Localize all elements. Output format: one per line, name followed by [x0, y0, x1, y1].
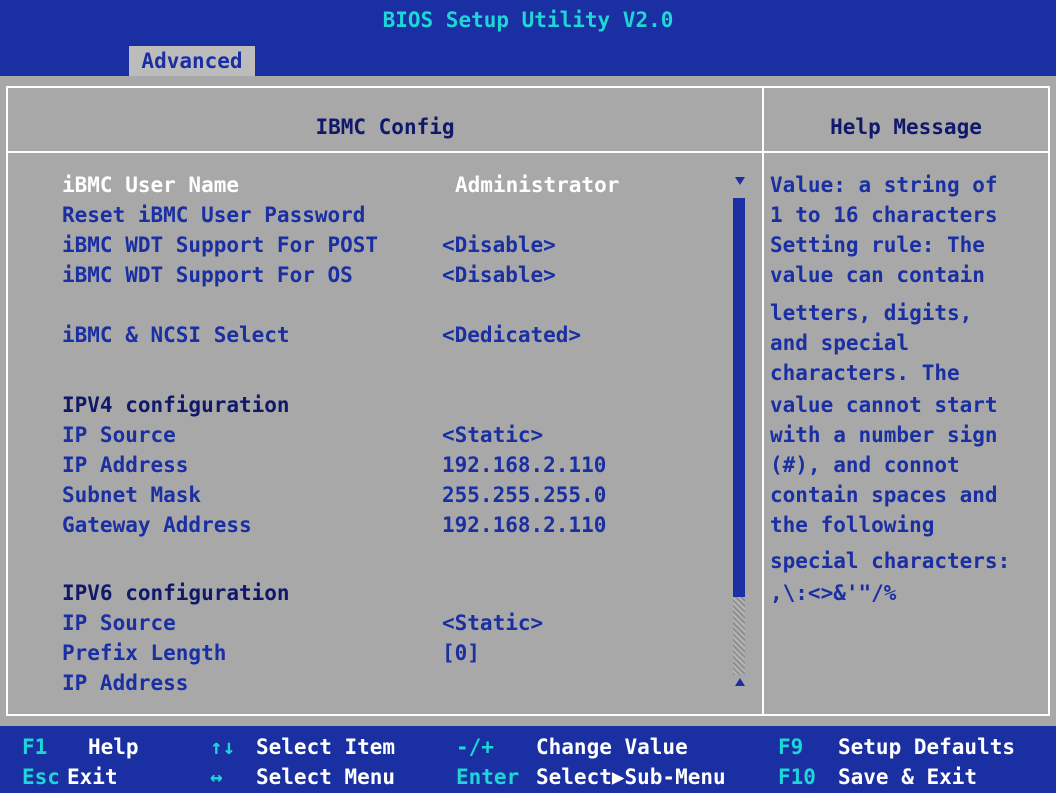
- setting-label-ipv4-address[interactable]: IP Address: [62, 455, 188, 476]
- help-line: characters. The: [770, 361, 960, 385]
- setting-value-ncsi-select[interactable]: <Dedicated>: [442, 325, 581, 346]
- setting-value-wdt-os[interactable]: <Disable>: [442, 265, 556, 286]
- footer-key-f10: F10: [778, 765, 816, 789]
- setting-label-gateway[interactable]: Gateway Address: [62, 515, 252, 536]
- section-heading-ipv4: IPV4 configuration: [62, 393, 290, 417]
- help-line: and special: [770, 331, 910, 355]
- header-divider: [6, 151, 1050, 153]
- footer-key-enter: Enter: [456, 765, 520, 789]
- scrollbar-track[interactable]: [733, 597, 745, 675]
- vertical-divider: [762, 86, 764, 716]
- tab-advanced[interactable]: Advanced: [129, 46, 255, 76]
- help-line: (#), and connot: [770, 453, 960, 477]
- section-heading-ipv6: IPV6 configuration: [62, 581, 290, 605]
- help-header: Help Message: [830, 115, 982, 139]
- footer-label-change-value: Change Value: [536, 735, 688, 759]
- help-line: value cannot start: [770, 393, 998, 417]
- footer-label-select-menu: Select Menu: [256, 765, 396, 789]
- footer-label-select-submenu: Select▶Sub-Menu: [536, 765, 726, 789]
- setting-value-prefix-length[interactable]: [0]: [442, 643, 480, 664]
- help-line: with a number sign: [770, 423, 998, 447]
- scroll-up-arrow-icon[interactable]: [735, 177, 745, 185]
- help-line: ,\:<>&'"/%: [770, 581, 897, 605]
- footer-key-up-down-icon: ↑↓: [210, 735, 236, 759]
- help-line: special characters:: [770, 549, 1011, 573]
- setting-label-wdt-os[interactable]: iBMC WDT Support For OS: [62, 265, 353, 286]
- footer-label-exit: Exit: [67, 765, 118, 789]
- setting-label-ipv6-source[interactable]: IP Source: [62, 613, 176, 634]
- setting-label-wdt-post[interactable]: iBMC WDT Support For POST: [62, 235, 378, 256]
- help-line: the following: [770, 513, 935, 537]
- setting-value-gateway[interactable]: 192.168.2.110: [442, 515, 606, 536]
- setting-value-ipv6-source[interactable]: <Static>: [442, 613, 543, 634]
- setting-label-ibmc-user-name[interactable]: iBMC User Name: [62, 175, 239, 196]
- footer-label-setup-defaults: Setup Defaults: [838, 735, 1016, 759]
- footer-key-f9: F9: [778, 735, 804, 759]
- help-line: value can contain: [770, 263, 985, 287]
- footer-keys: F1 Help ↑↓ Select Item -/+ Change Value …: [0, 726, 1056, 793]
- title-bar: BIOS Setup Utility V2.0 Advanced: [0, 0, 1056, 76]
- help-line: 1 to 16 characters: [770, 203, 998, 227]
- help-line: contain spaces and: [770, 483, 998, 507]
- setting-label-ipv4-source[interactable]: IP Source: [62, 425, 176, 446]
- setting-value-ipv4-source[interactable]: <Static>: [442, 425, 543, 446]
- app-title: BIOS Setup Utility V2.0: [382, 8, 674, 32]
- setting-value-ipv4-address[interactable]: 192.168.2.110: [442, 455, 606, 476]
- setting-label-ncsi-select[interactable]: iBMC & NCSI Select: [62, 325, 290, 346]
- footer-label-select-item: Select Item: [256, 735, 396, 759]
- setting-label-reset-password[interactable]: Reset iBMC User Password: [62, 205, 365, 226]
- footer-label-help: Help: [88, 735, 139, 759]
- setting-value-ibmc-user-name[interactable]: Administrator: [455, 175, 619, 196]
- footer-key-f1: F1: [22, 735, 48, 759]
- footer-key-change: -/+: [456, 735, 494, 759]
- help-line: Value: a string of: [770, 173, 998, 197]
- scroll-down-arrow-icon[interactable]: [735, 678, 745, 686]
- setting-label-ipv6-address[interactable]: IP Address: [62, 673, 188, 694]
- setting-value-wdt-post[interactable]: <Disable>: [442, 235, 556, 256]
- help-line: letters, digits,: [770, 301, 973, 325]
- scrollbar-thumb[interactable]: [733, 198, 745, 597]
- section-title: IBMC Config: [315, 115, 455, 139]
- setting-label-prefix-length[interactable]: Prefix Length: [62, 643, 226, 664]
- footer-key-left-right-icon: ↔: [210, 765, 223, 789]
- footer-label-save-exit: Save & Exit: [838, 765, 978, 789]
- setting-label-subnet-mask[interactable]: Subnet Mask: [62, 485, 201, 506]
- footer-key-esc: Esc: [22, 765, 60, 789]
- help-line: Setting rule: The: [770, 233, 985, 257]
- setting-value-subnet-mask[interactable]: 255.255.255.0: [442, 485, 606, 506]
